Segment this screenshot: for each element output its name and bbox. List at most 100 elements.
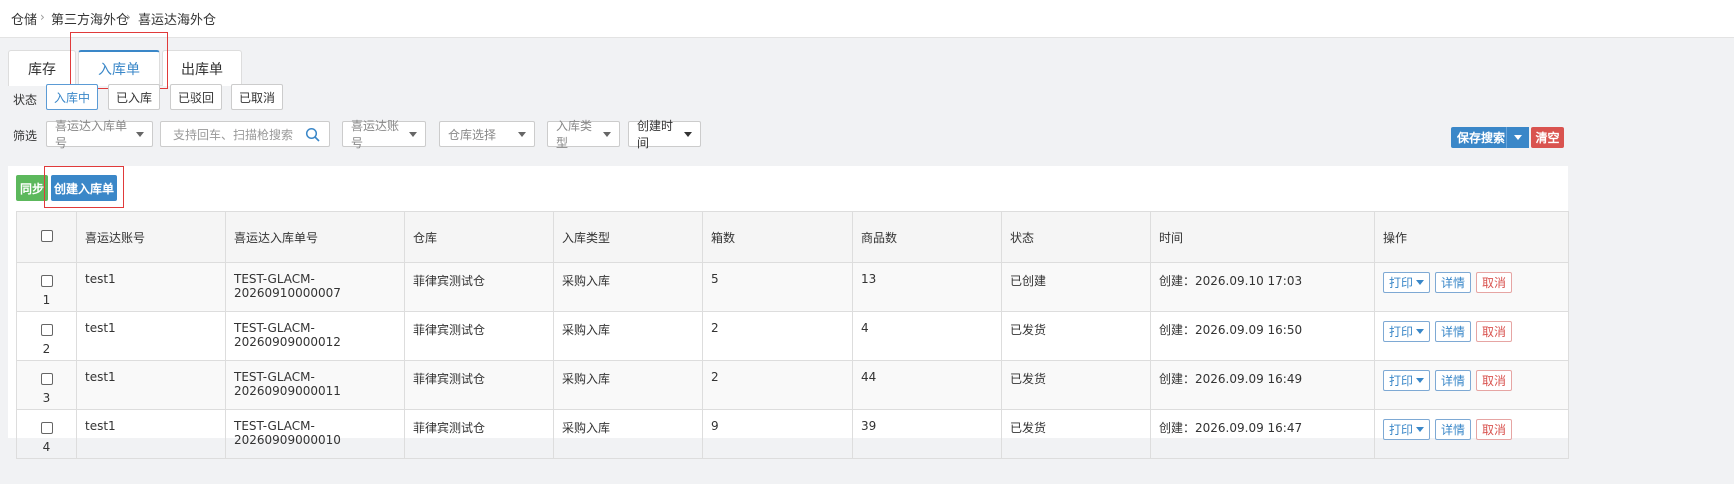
status-cancelled-button[interactable]: 已取消 <box>231 84 283 110</box>
chevron-down-icon <box>409 131 417 137</box>
cell-boxes: 2 <box>702 311 853 361</box>
detail-button[interactable]: 详情 <box>1435 370 1472 391</box>
account-select[interactable]: 喜运达账号 <box>342 119 426 150</box>
time-select[interactable]: 创建时间 <box>628 119 701 150</box>
chevron-down-icon <box>1416 329 1425 334</box>
cancel-button[interactable]: 取消 <box>1476 321 1513 342</box>
highlight-box <box>70 32 168 89</box>
chevron-down-icon <box>603 131 611 137</box>
search-icon[interactable] <box>305 127 321 143</box>
status-inbounded-button[interactable]: 已入库 <box>108 84 160 110</box>
cell-operations: 打印 详情 取消 <box>1374 262 1569 312</box>
clear-button[interactable]: 清空 <box>1531 127 1564 148</box>
chevron-down-icon <box>1416 427 1425 432</box>
breadcrumb-item-third-party[interactable]: 第三方海外仓 <box>51 9 129 28</box>
header-account: 喜运达账号 <box>76 211 226 263</box>
header-operations: 操作 <box>1374 211 1569 263</box>
header-boxes: 箱数 <box>702 211 853 263</box>
cell-time: 创建：2026.09.09 16:47 <box>1150 409 1375 459</box>
row-checkbox-cell: 1 <box>16 262 77 312</box>
cell-order-number: TEST-GLACM-20260910000007 <box>225 262 405 312</box>
row-checkbox[interactable] <box>40 324 53 336</box>
print-button[interactable]: 打印 <box>1383 272 1431 293</box>
row-number: 1 <box>42 293 51 307</box>
table-row: 1 test1 TEST-GLACM-20260910000007 菲律宾测试仓 采购入… <box>16 262 1569 312</box>
order-number-type-value: 喜运达入库单号 <box>55 119 128 150</box>
cell-operations: 打印 详情 取消 <box>1374 311 1569 361</box>
table-row: 2 test1 TEST-GLACM-20260909000012 菲律宾测试仓 采购入… <box>16 311 1569 361</box>
cell-items: 44 <box>852 360 1002 410</box>
row-number: 3 <box>42 391 51 405</box>
print-button[interactable]: 打印 <box>1383 370 1431 391</box>
cell-warehouse: 菲律宾测试仓 <box>404 360 554 410</box>
cell-order-number: TEST-GLACM-20260909000010 <box>225 409 405 459</box>
cell-account: test1 <box>76 360 226 410</box>
cancel-button[interactable]: 取消 <box>1476 370 1513 391</box>
cell-order-number: TEST-GLACM-20260909000011 <box>225 360 405 410</box>
cell-inbound-type: 采购入库 <box>553 409 703 459</box>
row-checkbox[interactable] <box>40 373 53 385</box>
cancel-button[interactable]: 取消 <box>1476 419 1513 440</box>
tab-outbound-order[interactable]: 出库单 <box>162 50 242 86</box>
breadcrumb-separator-icon: › <box>126 10 131 24</box>
cell-order-number: TEST-GLACM-20260909000012 <box>225 311 405 361</box>
cell-status: 已发货 <box>1001 311 1151 361</box>
detail-button[interactable]: 详情 <box>1435 272 1472 293</box>
header-warehouse: 仓库 <box>404 211 554 263</box>
cancel-button[interactable]: 取消 <box>1476 272 1513 293</box>
print-label: 打印 <box>1389 276 1414 290</box>
cell-inbound-type: 采购入库 <box>553 311 703 361</box>
search-box[interactable] <box>160 121 330 147</box>
chevron-down-icon <box>684 131 692 137</box>
breadcrumb-separator-icon: › <box>40 10 45 24</box>
inbound-type-select[interactable]: 入库类型 <box>547 119 620 150</box>
status-inbounding-button[interactable]: 入库中 <box>46 84 98 110</box>
chevron-down-icon <box>136 131 144 137</box>
header-inbound-type: 入库类型 <box>553 211 703 263</box>
print-label: 打印 <box>1389 325 1414 339</box>
header-order-number: 喜运达入库单号 <box>225 211 405 263</box>
account-select-value: 喜运达账号 <box>351 119 400 150</box>
detail-button[interactable]: 详情 <box>1435 321 1472 342</box>
search-input[interactable] <box>171 127 325 143</box>
warehouse-select[interactable]: 仓库选择 <box>439 121 535 147</box>
warehouse-select-value: 仓库选择 <box>448 127 497 142</box>
cell-account: test1 <box>76 262 226 312</box>
cell-warehouse: 菲律宾测试仓 <box>404 311 554 361</box>
chevron-down-icon <box>1416 378 1425 383</box>
print-button[interactable]: 打印 <box>1383 321 1431 342</box>
cell-time: 创建：2026.09.09 16:49 <box>1150 360 1375 410</box>
header-checkbox-cell <box>16 211 77 263</box>
header-status: 状态 <box>1001 211 1151 263</box>
status-label: 状态 <box>13 93 38 107</box>
detail-button[interactable]: 详情 <box>1435 419 1472 440</box>
save-search-dropdown[interactable] <box>1506 127 1528 148</box>
cell-inbound-type: 采购入库 <box>553 360 703 410</box>
row-checkbox[interactable] <box>40 422 53 434</box>
cell-status: 已创建 <box>1001 262 1151 312</box>
table-row: 3 test1 TEST-GLACM-20260909000011 菲律宾测试仓 采购入… <box>16 360 1569 410</box>
breadcrumb-item-current: 喜运达海外仓 <box>138 13 217 28</box>
header-time: 时间 <box>1150 211 1375 263</box>
print-button[interactable]: 打印 <box>1383 419 1431 440</box>
highlight-box <box>44 166 124 208</box>
status-rejected-button[interactable]: 已驳回 <box>170 84 222 110</box>
cell-boxes: 2 <box>702 360 853 410</box>
breadcrumb-item-storage[interactable]: 仓储 <box>11 9 37 28</box>
chevron-down-icon <box>1513 135 1522 140</box>
row-number: 2 <box>42 342 51 356</box>
cell-account: test1 <box>76 409 226 459</box>
print-label: 打印 <box>1389 423 1414 437</box>
tab-inventory[interactable]: 库存 <box>8 50 76 86</box>
cell-items: 4 <box>852 311 1002 361</box>
order-number-type-select[interactable]: 喜运达入库单号 <box>46 119 153 150</box>
row-checkbox[interactable] <box>40 275 53 287</box>
breadcrumb-bar <box>0 0 1734 38</box>
row-checkbox-cell: 2 <box>16 311 77 361</box>
row-checkbox-cell: 3 <box>16 360 77 410</box>
cell-operations: 打印 详情 取消 <box>1374 409 1569 459</box>
time-select-value: 创建时间 <box>637 119 674 150</box>
cell-account: test1 <box>76 311 226 361</box>
select-all-checkbox[interactable] <box>40 229 53 242</box>
cell-warehouse: 菲律宾测试仓 <box>404 262 554 312</box>
